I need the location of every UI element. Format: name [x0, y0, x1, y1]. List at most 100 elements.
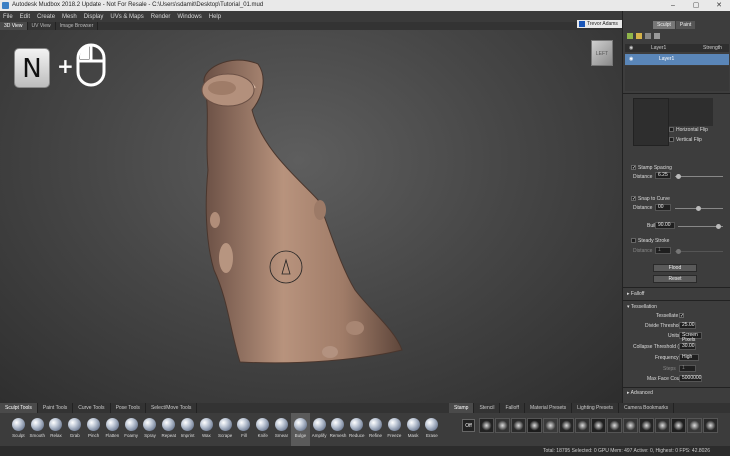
tool-imprint[interactable]: Imprint: [178, 413, 197, 446]
tool-reduce[interactable]: Reduce: [347, 413, 366, 446]
stamp-distance-field[interactable]: 6.25: [655, 172, 671, 179]
falloff-section[interactable]: Falloff: [627, 291, 645, 297]
stamp-thumbnail[interactable]: [687, 418, 702, 433]
tab-paint-tools[interactable]: Paint Tools: [38, 403, 74, 413]
tab-select-move-tools[interactable]: Select/Move Tools: [146, 403, 198, 413]
delete-icon[interactable]: [654, 33, 660, 39]
vertical-flip-checkbox[interactable]: [669, 137, 674, 142]
stamp-distance-slider[interactable]: [676, 174, 681, 179]
snap-distance-field[interactable]: 00: [655, 204, 671, 211]
menu-mesh[interactable]: Mesh: [62, 14, 77, 20]
tool-erase[interactable]: Erase: [423, 413, 442, 446]
tab-curve-tools[interactable]: Curve Tools: [73, 403, 111, 413]
horizontal-flip-checkbox[interactable]: [669, 127, 674, 132]
tab-falloff[interactable]: Falloff: [500, 403, 525, 413]
3d-viewport[interactable]: N + LEFT: [0, 30, 622, 403]
tool-repeat[interactable]: Repeat: [159, 413, 178, 446]
stamp-thumbnail[interactable]: [623, 418, 638, 433]
tab-image-browser[interactable]: Image Browser: [56, 22, 99, 30]
tab-camera-bookmarks[interactable]: Camera Bookmarks: [619, 403, 675, 413]
menu-render[interactable]: Render: [151, 14, 171, 20]
tool-flatten[interactable]: Flatten: [103, 413, 122, 446]
minimize-icon[interactable]: –: [665, 0, 681, 11]
stamp-thumbnail[interactable]: [495, 418, 510, 433]
viewcube[interactable]: LEFT: [591, 40, 613, 66]
duplicate-icon[interactable]: [645, 33, 651, 39]
frequency-dropdown[interactable]: High: [679, 354, 699, 361]
tab-lighting-presets[interactable]: Lighting Presets: [572, 403, 619, 413]
tab-sculpt-tools[interactable]: Sculpt Tools: [0, 403, 38, 413]
max-face-count-field[interactable]: 5000000: [679, 375, 702, 382]
folder-icon[interactable]: [636, 33, 642, 39]
stamp-thumbnail[interactable]: [639, 418, 654, 433]
stamp-thumbnail[interactable]: [591, 418, 606, 433]
tab-uv-view[interactable]: UV View: [28, 22, 56, 30]
menu-create[interactable]: Create: [37, 14, 55, 20]
stamp-thumbnail[interactable]: [655, 418, 670, 433]
tool-refine[interactable]: Refine: [366, 413, 385, 446]
tool-foamy[interactable]: Foamy: [122, 413, 141, 446]
snap-to-curve-checkbox[interactable]: ✓: [631, 196, 636, 202]
steps-field[interactable]: 1: [679, 365, 696, 372]
menu-help[interactable]: Help: [209, 14, 221, 20]
tab-3d-view[interactable]: 3D View: [0, 22, 28, 30]
tab-material-presets[interactable]: Material Presets: [525, 403, 573, 413]
tool-mask[interactable]: Mask: [404, 413, 423, 446]
tool-pinch[interactable]: Pinch: [84, 413, 103, 446]
collapse-threshold-field[interactable]: 30.00: [679, 343, 696, 350]
divide-threshold-field[interactable]: 25.00: [679, 322, 696, 329]
snap-distance-slider[interactable]: [696, 206, 701, 211]
stamp-off-button[interactable]: Off: [462, 419, 475, 432]
user-account-dropdown[interactable]: Trevor Adams: [577, 20, 623, 28]
tool-relax[interactable]: Relax: [47, 413, 66, 446]
stamp-sliders[interactable]: [669, 98, 713, 126]
stamp-thumbnail[interactable]: [575, 418, 590, 433]
menu-windows[interactable]: Windows: [177, 14, 201, 20]
tool-grab[interactable]: Grab: [65, 413, 84, 446]
tool-freeze[interactable]: Freeze: [385, 413, 404, 446]
stamp-thumbnail[interactable]: [511, 418, 526, 433]
tessellate-checkbox[interactable]: ✓: [679, 313, 684, 319]
menu-uvs-maps[interactable]: UVs & Maps: [110, 14, 143, 20]
layer-eye-icon[interactable]: ◉: [629, 54, 633, 65]
tool-scrape[interactable]: Scrape: [216, 413, 235, 446]
tool-amplify[interactable]: Amplify: [310, 413, 329, 446]
buildup-slider[interactable]: [716, 224, 721, 229]
advanced-section[interactable]: Advanced: [627, 390, 653, 396]
reset-button[interactable]: Reset: [653, 275, 697, 283]
tool-wax[interactable]: Wax: [197, 413, 216, 446]
stamp-thumbnail[interactable]: [479, 418, 494, 433]
close-icon[interactable]: ✕: [711, 0, 727, 11]
tool-bulge[interactable]: Bulge: [290, 413, 310, 446]
tool-remesh[interactable]: Remesh: [329, 413, 348, 446]
tool-spray[interactable]: Spray: [141, 413, 160, 446]
tab-stamp[interactable]: Stamp: [449, 403, 475, 413]
stamp-thumbnail[interactable]: [671, 418, 686, 433]
steady-distance-field[interactable]: 1: [655, 247, 671, 254]
tab-stencil[interactable]: Stencil: [474, 403, 501, 413]
tab-paint[interactable]: Paint: [675, 21, 696, 29]
stamp-thumbnail[interactable]: [703, 418, 718, 433]
menu-file[interactable]: File: [3, 14, 13, 20]
stamp-thumbnail[interactable]: [527, 418, 542, 433]
steady-distance-slider[interactable]: [676, 249, 681, 254]
tool-sculpt[interactable]: Sculpt: [9, 413, 28, 446]
tab-pose-tools[interactable]: Pose Tools: [111, 403, 146, 413]
maximize-icon[interactable]: ▢: [688, 0, 704, 11]
stamp-thumbnail[interactable]: [559, 418, 574, 433]
units-dropdown[interactable]: Screen Pixels: [679, 332, 702, 343]
stamp-preview[interactable]: [633, 98, 669, 146]
tool-smear[interactable]: Smear: [272, 413, 291, 446]
menu-edit[interactable]: Edit: [20, 14, 30, 20]
buildup-field[interactable]: 90.00: [655, 222, 675, 229]
tool-knife[interactable]: Knife: [253, 413, 272, 446]
tool-fill[interactable]: Fill: [235, 413, 254, 446]
menu-display[interactable]: Display: [84, 14, 104, 20]
steady-stroke-checkbox[interactable]: [631, 238, 636, 243]
stamp-thumbnail[interactable]: [607, 418, 622, 433]
new-layer-icon[interactable]: [627, 33, 633, 39]
flood-button[interactable]: Flood: [653, 264, 697, 272]
tab-sculpt[interactable]: Sculpt: [653, 21, 675, 29]
stamp-thumbnail[interactable]: [543, 418, 558, 433]
eye-icon[interactable]: ◉: [629, 44, 633, 52]
